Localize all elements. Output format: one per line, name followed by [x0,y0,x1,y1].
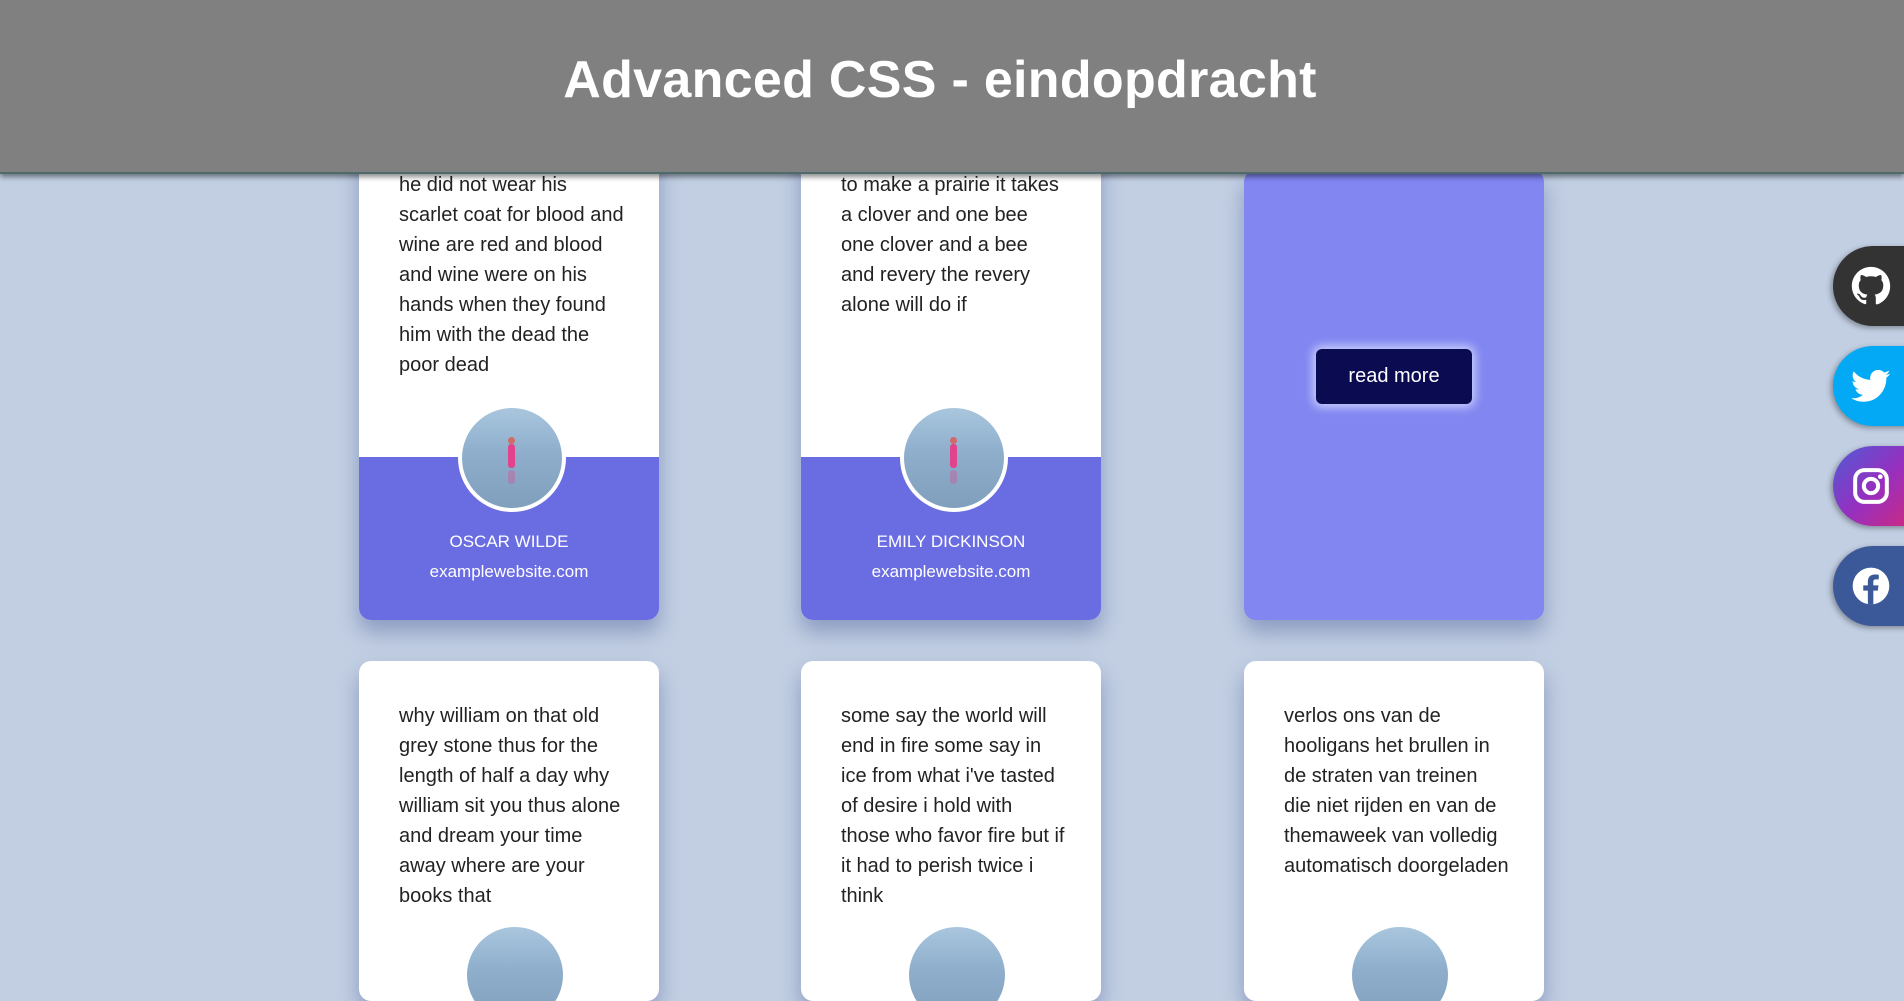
read-more-button[interactable]: read more [1316,349,1472,404]
quote-text: some say the world will end in fire some… [841,705,1065,907]
author-avatar [900,404,1008,512]
author-website[interactable]: examplewebsite.com [359,562,659,582]
author-avatar [909,927,1005,1001]
quote-card: verlos ons van de hooligans het brullen … [1244,661,1544,1001]
author-avatar [1352,927,1448,1001]
facebook-link[interactable] [1833,546,1904,626]
instagram-link[interactable] [1833,446,1904,526]
author-name: EMILY DICKINSON [876,532,1026,551]
twitter-link[interactable] [1833,346,1904,426]
author-avatar [467,927,563,1001]
quote-text: verlos ons van de hooligans het brullen … [1284,705,1509,877]
author-name: OSCAR WILDE [449,532,569,551]
page-title: Advanced CSS - eindopdracht [563,51,1317,109]
quote-text: he did not wear his scarlet coat for blo… [399,174,624,376]
quote-card: why william on that old grey stone thus … [359,661,659,1001]
github-icon [1851,266,1891,305]
facebook-icon [1852,567,1890,605]
read-more-card: read more [1244,170,1544,620]
quote-text: to make a prairie it takes a clover and … [841,174,1059,316]
github-link[interactable] [1833,246,1904,326]
author-website[interactable]: examplewebsite.com [801,562,1101,582]
quote-text: why william on that old grey stone thus … [399,705,621,907]
twitter-icon [1851,369,1891,402]
instagram-icon [1853,468,1889,504]
quote-card: some say the world will end in fire some… [801,661,1101,1001]
page-header: Advanced CSS - eindopdracht [0,0,1904,174]
author-avatar [458,404,566,512]
